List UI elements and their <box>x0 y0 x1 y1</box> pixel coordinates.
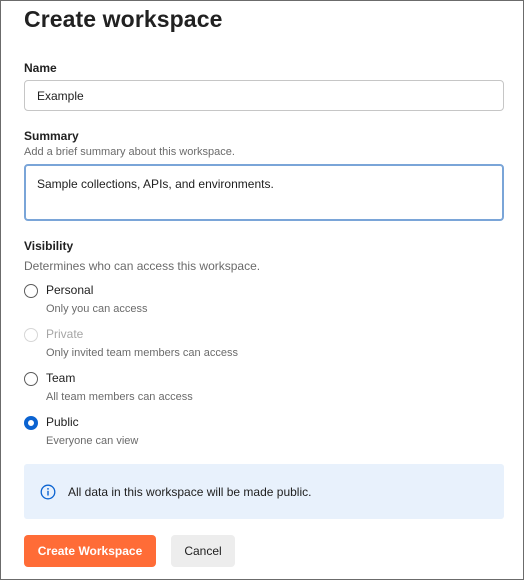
radio-private <box>24 328 38 342</box>
create-workspace-dialog: Create workspace Name Summary Add a brie… <box>0 0 524 580</box>
summary-label: Summary <box>24 129 79 143</box>
radio-team[interactable] <box>24 372 38 386</box>
option-description: All team members can access <box>46 391 193 403</box>
option-label: Private <box>46 327 84 341</box>
radio-personal[interactable] <box>24 284 38 298</box>
option-label: Team <box>46 371 76 385</box>
banner-text: All data in this workspace will be made … <box>68 485 312 499</box>
cancel-button[interactable]: Cancel <box>171 535 235 567</box>
option-description: Only you can access <box>46 303 148 315</box>
option-label: Public <box>46 415 79 429</box>
info-icon <box>40 484 56 500</box>
dialog-title: Create workspace <box>24 6 223 32</box>
name-label: Name <box>24 61 57 75</box>
option-description: Everyone can view <box>46 435 139 447</box>
visibility-hint: Determines who can access this workspace… <box>24 259 261 273</box>
option-label: Personal <box>46 283 94 297</box>
visibility-label: Visibility <box>24 239 74 253</box>
name-input[interactable] <box>24 80 504 111</box>
create-workspace-button[interactable]: Create Workspace <box>24 535 156 567</box>
public-info-banner: All data in this workspace will be made … <box>24 464 504 519</box>
option-description: Only invited team members can access <box>46 347 238 359</box>
radio-public[interactable] <box>24 416 38 430</box>
summary-hint: Add a brief summary about this workspace… <box>24 146 235 158</box>
summary-input[interactable]: Sample collections, APIs, and environmen… <box>24 164 504 221</box>
